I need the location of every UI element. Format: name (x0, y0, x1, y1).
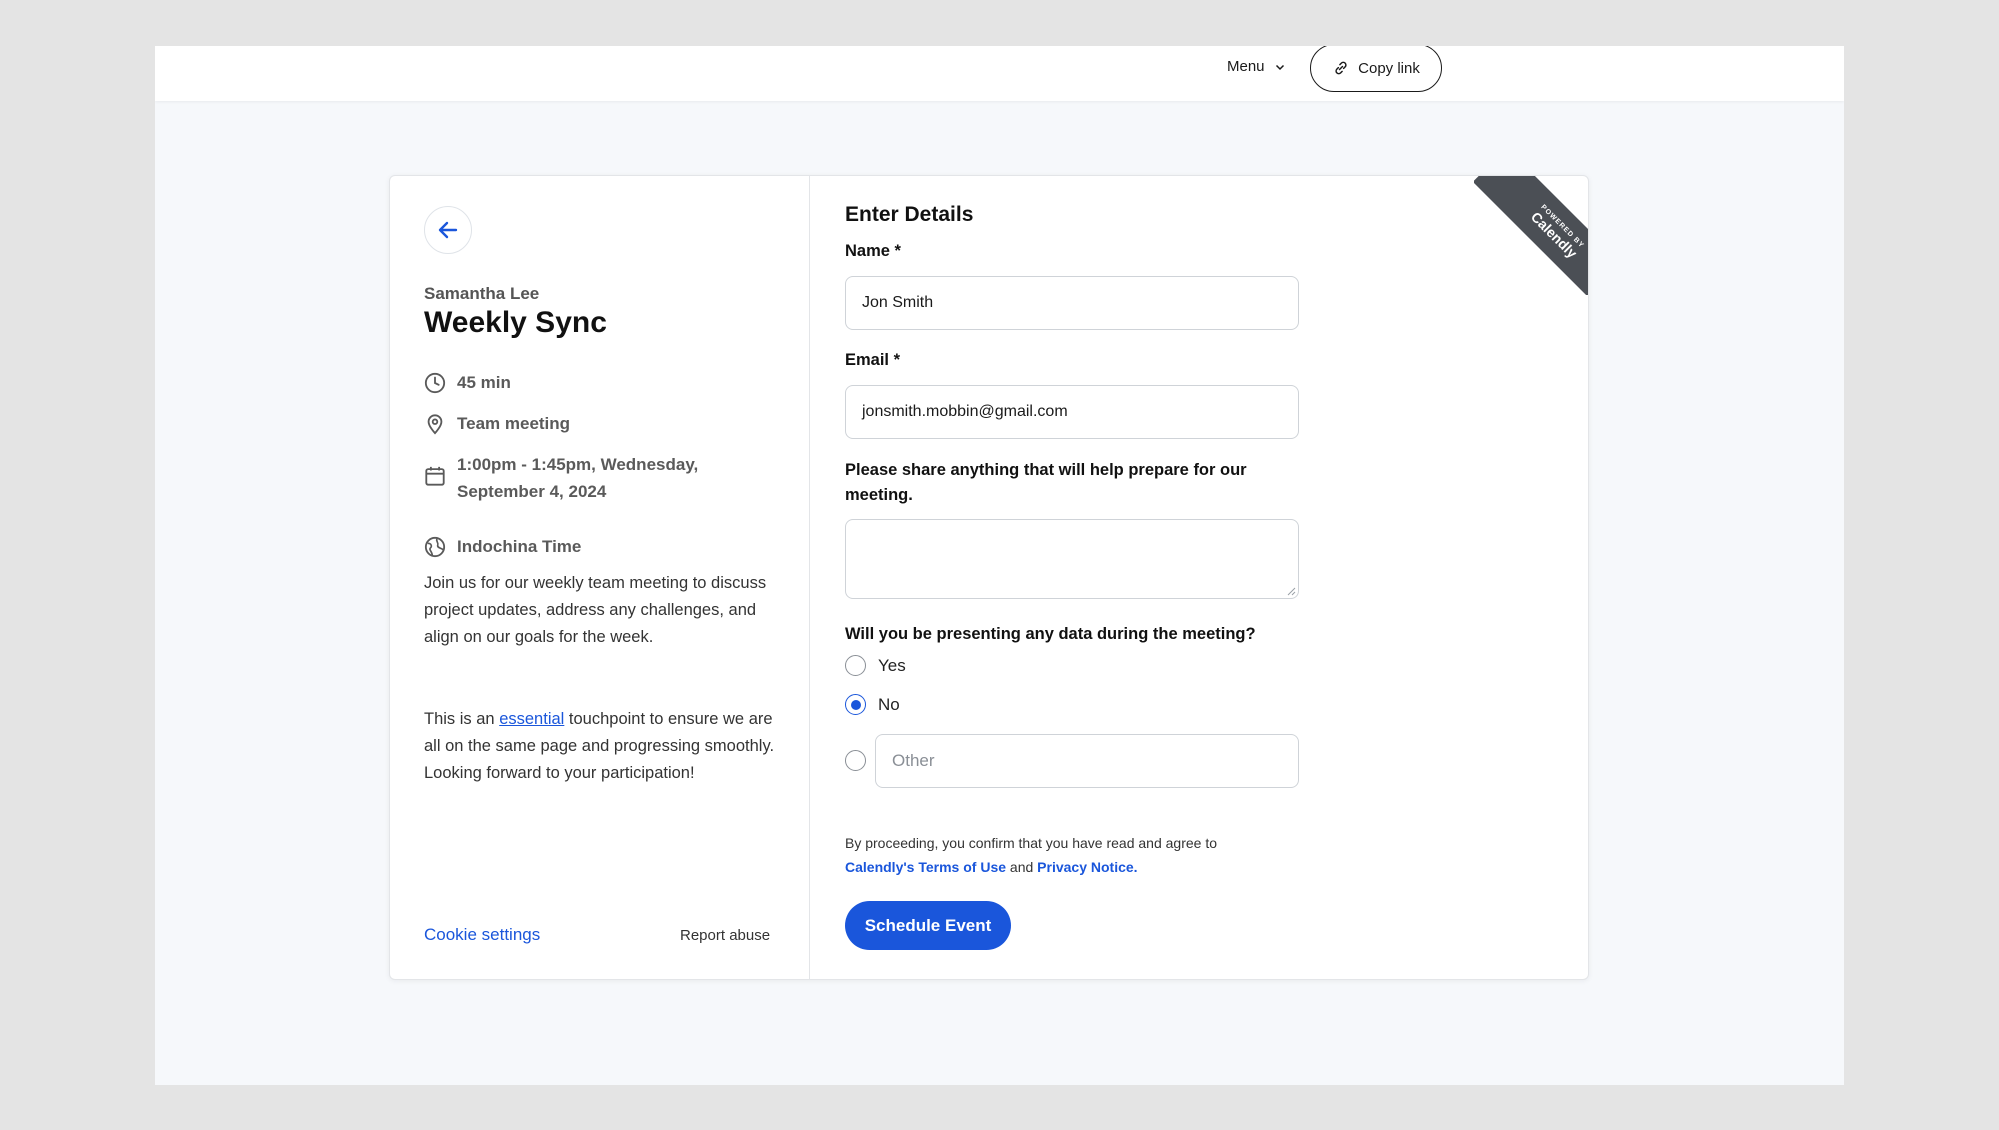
organizer-name: Samantha Lee (424, 284, 540, 303)
back-button[interactable] (424, 206, 472, 254)
other-input[interactable]: Other (875, 734, 1299, 788)
notes-label: Please share anything that will help pre… (845, 461, 1247, 504)
notes-textarea[interactable] (845, 519, 1299, 599)
name-label: Name * (845, 242, 901, 260)
datetime-line-2: September 4, 2024 (457, 482, 607, 501)
radio-yes-label: Yes (878, 655, 906, 675)
event-description: Join us for our weekly team meeting to d… (424, 574, 767, 646)
email-field[interactable]: jonsmith.mobbin@gmail.com (845, 385, 1299, 439)
radio-option-yes[interactable]: Yes (845, 655, 906, 676)
terms-of-use-link[interactable]: Calendly's Terms of Use (845, 859, 1006, 875)
radio-other[interactable] (845, 750, 866, 771)
legal-and: and (1009, 859, 1034, 875)
email-label: Email * (845, 351, 901, 369)
presenting-question-label: Will you be presenting any data during t… (845, 625, 1256, 643)
event-title: Weekly Sync (424, 306, 607, 339)
location-text: Team meeting (457, 414, 571, 433)
event-description-2: This is an essential touchpoint to ensur… (424, 706, 779, 787)
radio-no[interactable] (845, 694, 866, 715)
menu-button[interactable]: Menu (1227, 58, 1285, 75)
radio-yes[interactable] (845, 655, 866, 676)
description-text: This is an (424, 710, 500, 728)
copy-link-label: Copy link (1358, 59, 1420, 77)
radio-selected-dot (850, 699, 861, 710)
essential-link[interactable]: essential (499, 710, 564, 728)
top-bar: Menu Copy link (155, 46, 1844, 101)
form-title: Enter Details (845, 203, 974, 226)
report-abuse-link[interactable]: Report abuse (680, 927, 770, 944)
datetime-text: 1:00pm - 1:45pm, Wednesday, September 4,… (457, 451, 698, 505)
booking-card: Samantha Lee Weekly Sync 45 min Team mee… (389, 175, 1589, 980)
app-window: Menu Copy link Samantha Lee Weekly Sync … (155, 46, 1844, 1085)
schedule-event-button[interactable]: Schedule Event (845, 901, 1011, 950)
calendar-icon (425, 466, 445, 486)
name-field[interactable]: Jon Smith (845, 276, 1299, 330)
cookie-settings-link[interactable]: Cookie settings (424, 925, 540, 945)
resize-handle-icon[interactable] (1286, 586, 1296, 596)
copy-link-button[interactable]: Copy link (1310, 46, 1442, 92)
duration-row: 45 min (424, 369, 511, 396)
timezone-row: Indochina Time (424, 533, 581, 560)
legal-notice: By proceeding, you confirm that you have… (845, 831, 1305, 879)
location-pin-icon (427, 414, 443, 435)
globe-icon (424, 536, 446, 558)
privacy-notice-link[interactable]: Privacy Notice. (1037, 859, 1137, 875)
details-form-panel: Enter Details Name * Jon Smith Email * j… (810, 176, 1588, 979)
legal-text: By proceeding, you confirm that you have… (845, 835, 1218, 851)
chevron-down-icon (1275, 64, 1284, 70)
powered-by-ribbon: POWERED BY Calendly (1474, 176, 1588, 295)
datetime-line-1: 1:00pm - 1:45pm, Wednesday, (457, 455, 699, 474)
location-row: Team meeting (424, 410, 570, 437)
timezone-text: Indochina Time (457, 537, 582, 556)
event-details-panel: Samantha Lee Weekly Sync 45 min Team mee… (390, 176, 810, 979)
radio-option-other[interactable] (845, 750, 866, 771)
menu-label: Menu (1227, 58, 1265, 75)
radio-option-no[interactable]: No (845, 694, 900, 715)
clock-icon (424, 372, 446, 394)
datetime-row: 1:00pm - 1:45pm, Wednesday, September 4,… (424, 451, 698, 505)
radio-no-label: No (878, 694, 900, 714)
duration-text: 45 min (457, 373, 511, 392)
powered-by-badge[interactable]: POWERED BY Calendly (1474, 176, 1588, 295)
arrow-left-icon (438, 221, 458, 239)
link-icon (1335, 61, 1347, 75)
